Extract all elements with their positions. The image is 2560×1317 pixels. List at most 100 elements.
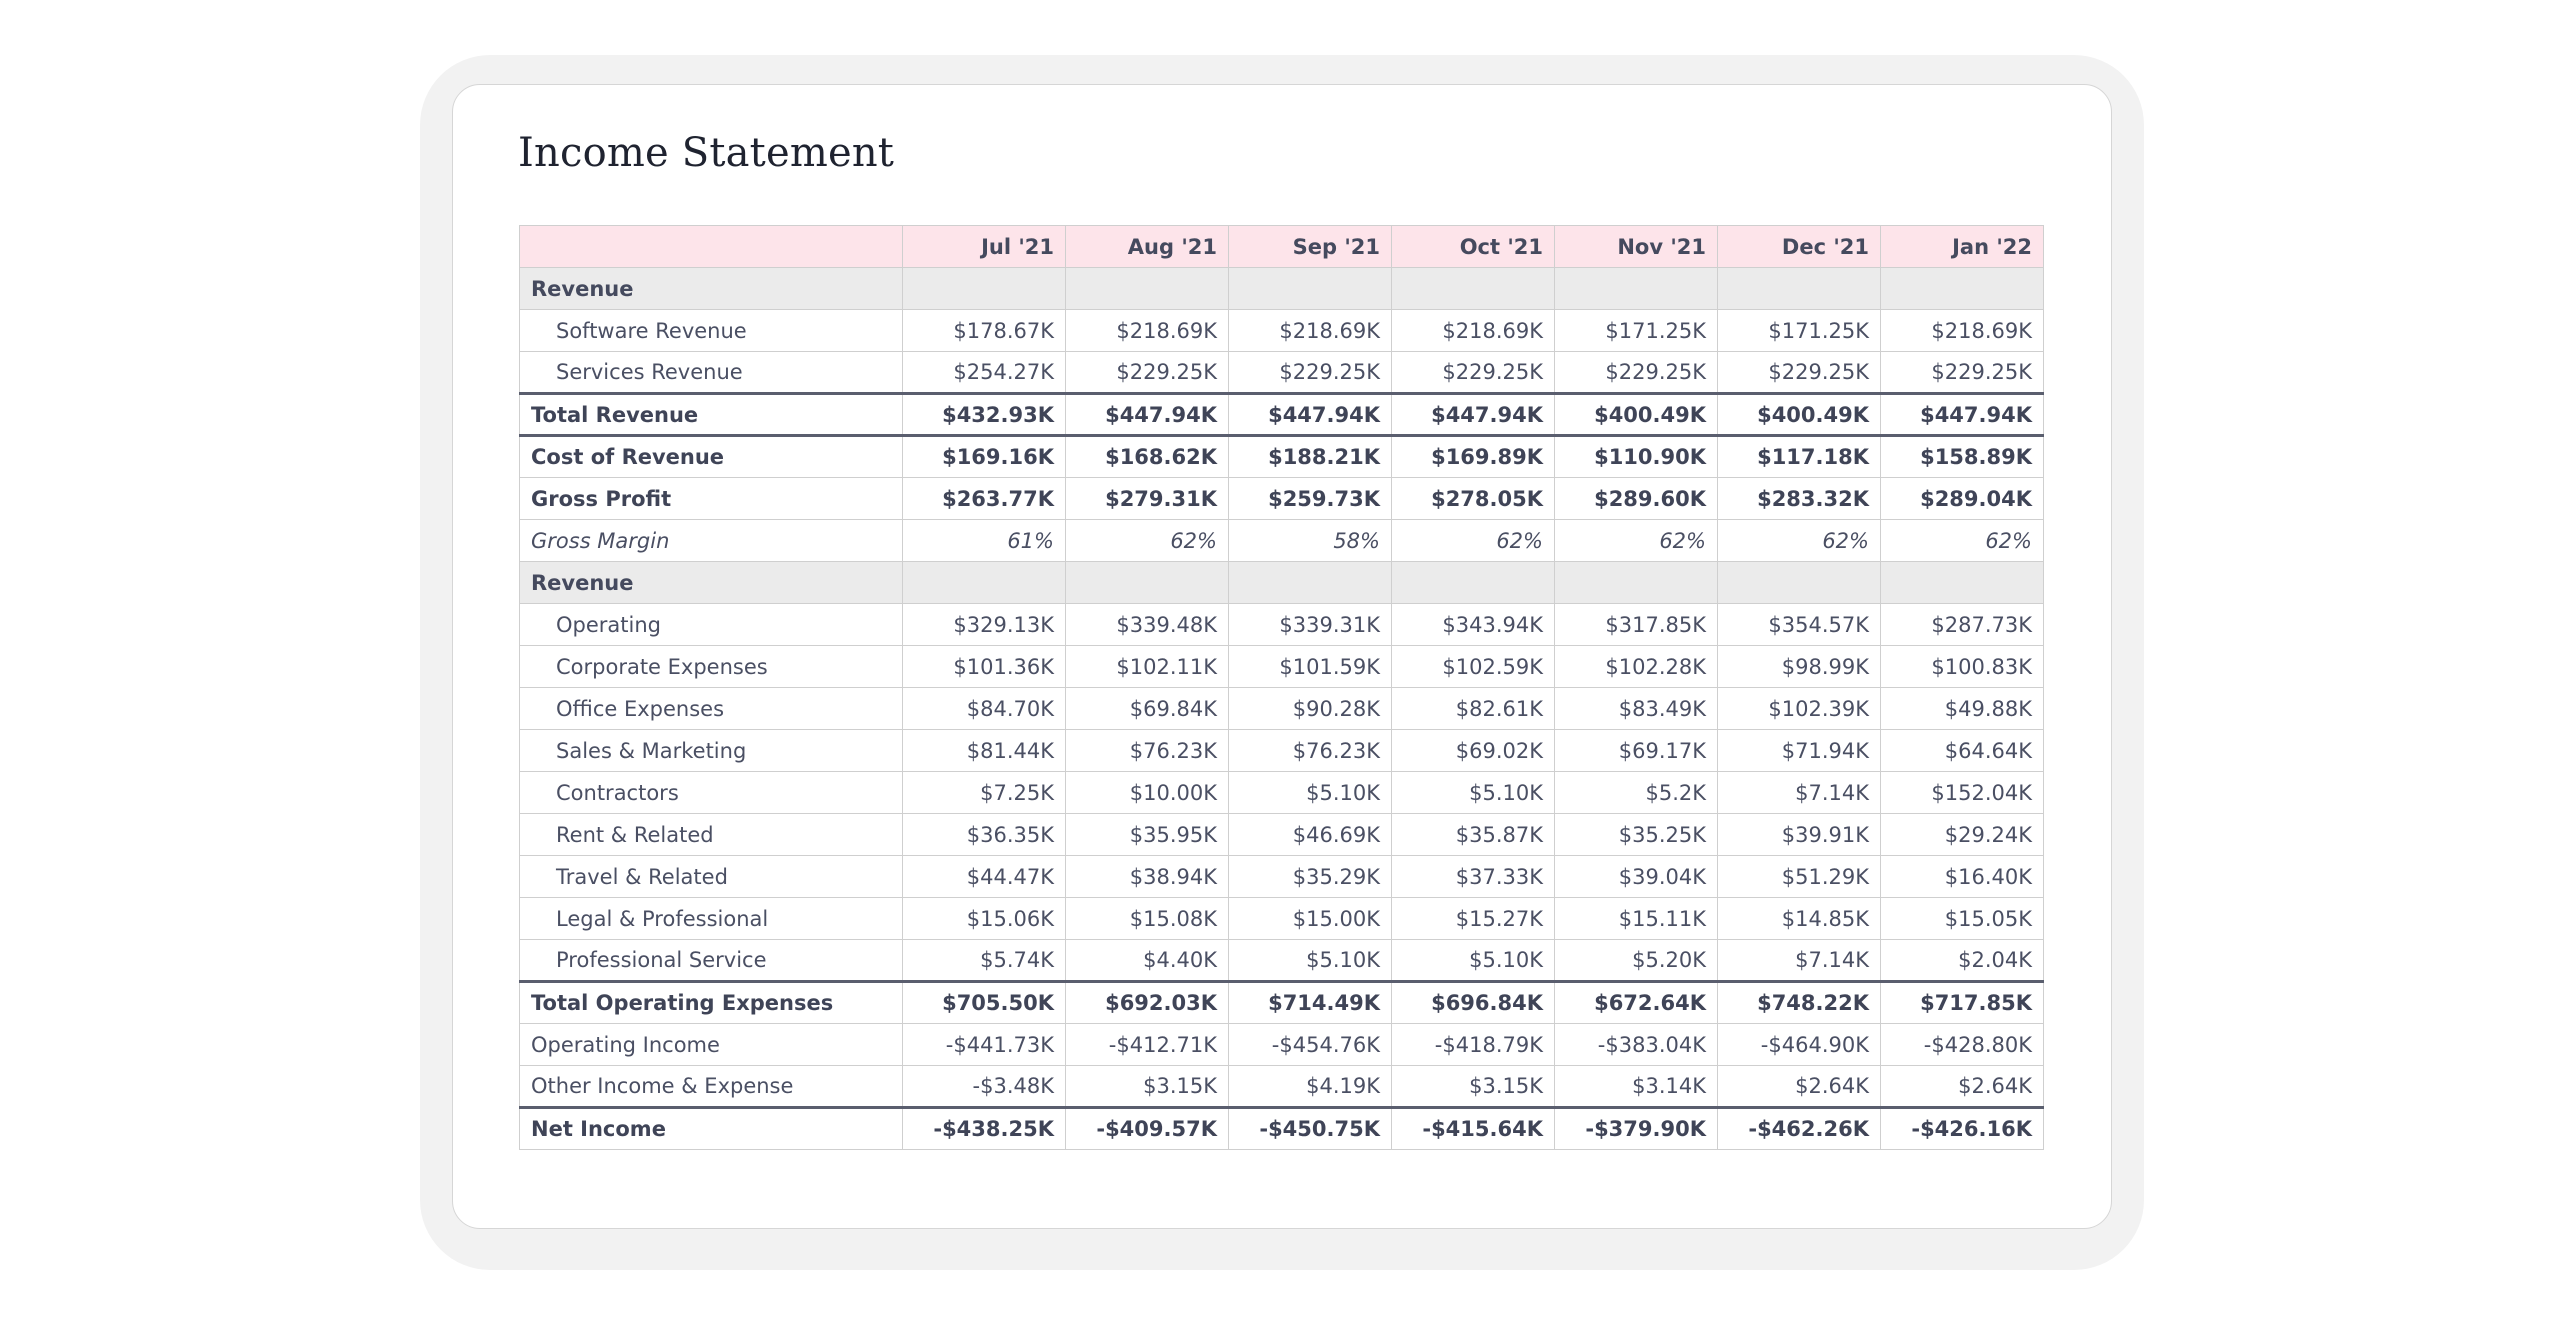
value-cell: $447.94K — [1065, 392, 1229, 437]
value-cell: 62% — [1065, 519, 1229, 562]
month-header: Aug '21 — [1065, 225, 1229, 268]
row-label: Office Expenses — [519, 687, 903, 730]
table-row: Other Income & Expense -$3.48K $3.15K $4.19… — [519, 1065, 2044, 1108]
month-header: Oct '21 — [1391, 225, 1555, 268]
table-row: Corporate Expenses $101.36K $102.11K $101.5… — [519, 645, 2044, 688]
value-cell: $15.00K — [1228, 897, 1392, 940]
value-cell: -$454.76K — [1228, 1023, 1392, 1066]
value-cell: $15.06K — [902, 897, 1066, 940]
row-label: Corporate Expenses — [519, 645, 903, 688]
value-cell: $447.94K — [1880, 392, 2044, 437]
value-cell: $101.36K — [902, 645, 1066, 688]
table-row: Contractors $7.25K $10.00K $5.10K $5.10K $5.2… — [519, 771, 2044, 814]
value-cell: $705.50K — [902, 980, 1066, 1024]
value-cell: 62% — [1880, 519, 2044, 562]
row-label: Total Revenue — [519, 392, 903, 437]
value-cell: -$3.48K — [902, 1065, 1066, 1108]
value-cell: $283.32K — [1717, 477, 1881, 520]
value-cell: $158.89K — [1880, 435, 2044, 478]
row-label: Other Income & Expense — [519, 1065, 903, 1108]
month-header: Dec '21 — [1717, 225, 1881, 268]
value-cell: $447.94K — [1391, 392, 1555, 437]
value-cell: $38.94K — [1065, 855, 1229, 898]
value-cell: $82.61K — [1391, 687, 1555, 730]
value-cell: $16.40K — [1880, 855, 2044, 898]
value-cell: $100.83K — [1880, 645, 2044, 688]
value-cell: $229.25K — [1391, 351, 1555, 394]
row-label: Travel & Related — [519, 855, 903, 898]
value-cell: 62% — [1717, 519, 1881, 562]
value-cell: $432.93K — [902, 392, 1066, 437]
header-label-cell — [519, 225, 903, 268]
row-label: Gross Profit — [519, 477, 903, 520]
value-cell: $37.33K — [1391, 855, 1555, 898]
value-cell: $15.11K — [1554, 897, 1718, 940]
value-cell: $289.60K — [1554, 477, 1718, 520]
value-cell: $81.44K — [902, 729, 1066, 772]
value-cell: $3.15K — [1065, 1065, 1229, 1108]
value-cell: 62% — [1391, 519, 1555, 562]
value-cell: $692.03K — [1065, 980, 1229, 1024]
row-label: Cost of Revenue — [519, 435, 903, 478]
value-cell — [1880, 561, 2044, 604]
table-row: Gross Margin 61% 62% 58% 62% 62% 62% 62% — [519, 519, 2044, 562]
value-cell: $3.15K — [1391, 1065, 1555, 1108]
value-cell: $15.08K — [1065, 897, 1229, 940]
value-cell: $102.59K — [1391, 645, 1555, 688]
value-cell: $90.28K — [1228, 687, 1392, 730]
statement-body: Revenue Software Revenue $178.67K $218.69K $… — [519, 267, 2044, 1150]
value-cell — [1880, 267, 2044, 310]
value-cell: $218.69K — [1228, 309, 1392, 352]
value-cell: $5.10K — [1391, 771, 1555, 814]
table-row: Total Revenue $432.93K $447.94K $447.94K $44… — [519, 392, 2044, 437]
value-cell — [1717, 561, 1881, 604]
value-cell: $317.85K — [1554, 603, 1718, 646]
value-cell: $110.90K — [1554, 435, 1718, 478]
value-cell: $2.64K — [1880, 1065, 2044, 1108]
value-cell: $15.27K — [1391, 897, 1555, 940]
value-cell: $229.25K — [1228, 351, 1392, 394]
row-label: Revenue — [519, 561, 903, 604]
value-cell: $35.87K — [1391, 813, 1555, 856]
value-cell — [1065, 561, 1229, 604]
value-cell: $696.84K — [1391, 980, 1555, 1024]
value-cell: $69.84K — [1065, 687, 1229, 730]
value-cell: $51.29K — [1717, 855, 1881, 898]
row-label: Rent & Related — [519, 813, 903, 856]
row-label: Sales & Marketing — [519, 729, 903, 772]
table-row: Office Expenses $84.70K $69.84K $90.28K $82.… — [519, 687, 2044, 730]
value-cell: -$464.90K — [1717, 1023, 1881, 1066]
value-cell: $329.13K — [902, 603, 1066, 646]
value-cell: $69.17K — [1554, 729, 1718, 772]
value-cell: $76.23K — [1065, 729, 1229, 772]
value-cell: $5.10K — [1391, 939, 1555, 982]
value-cell — [1717, 267, 1881, 310]
value-cell: $229.25K — [1554, 351, 1718, 394]
value-cell: $7.14K — [1717, 771, 1881, 814]
value-cell: $748.22K — [1717, 980, 1881, 1024]
value-cell: -$441.73K — [902, 1023, 1066, 1066]
value-cell: $5.74K — [902, 939, 1066, 982]
month-header: Sep '21 — [1228, 225, 1392, 268]
value-cell: $400.49K — [1554, 392, 1718, 437]
value-cell: $259.73K — [1228, 477, 1392, 520]
month-header: Jan '22 — [1880, 225, 2044, 268]
table-row: Total Operating Expenses $705.50K $692.03K… — [519, 980, 2044, 1024]
table-row: Sales & Marketing $81.44K $76.23K $76.23K $6… — [519, 729, 2044, 772]
value-cell: $447.94K — [1228, 392, 1392, 437]
row-label: Professional Service — [519, 939, 903, 982]
value-cell: -$428.80K — [1880, 1023, 2044, 1066]
value-cell: $218.69K — [1880, 309, 2044, 352]
value-cell: $76.23K — [1228, 729, 1392, 772]
value-cell: -$438.25K — [902, 1106, 1066, 1150]
value-cell: $46.69K — [1228, 813, 1392, 856]
value-cell: -$409.57K — [1065, 1106, 1229, 1150]
value-cell — [1554, 267, 1718, 310]
value-cell — [1554, 561, 1718, 604]
value-cell: $218.69K — [1391, 309, 1555, 352]
value-cell: $49.88K — [1880, 687, 2044, 730]
page-title: Income Statement — [518, 130, 895, 176]
value-cell: $229.25K — [1065, 351, 1229, 394]
table-row: Cost of Revenue $169.16K $168.62K $188.21K $… — [519, 435, 2044, 478]
value-cell: 62% — [1554, 519, 1718, 562]
